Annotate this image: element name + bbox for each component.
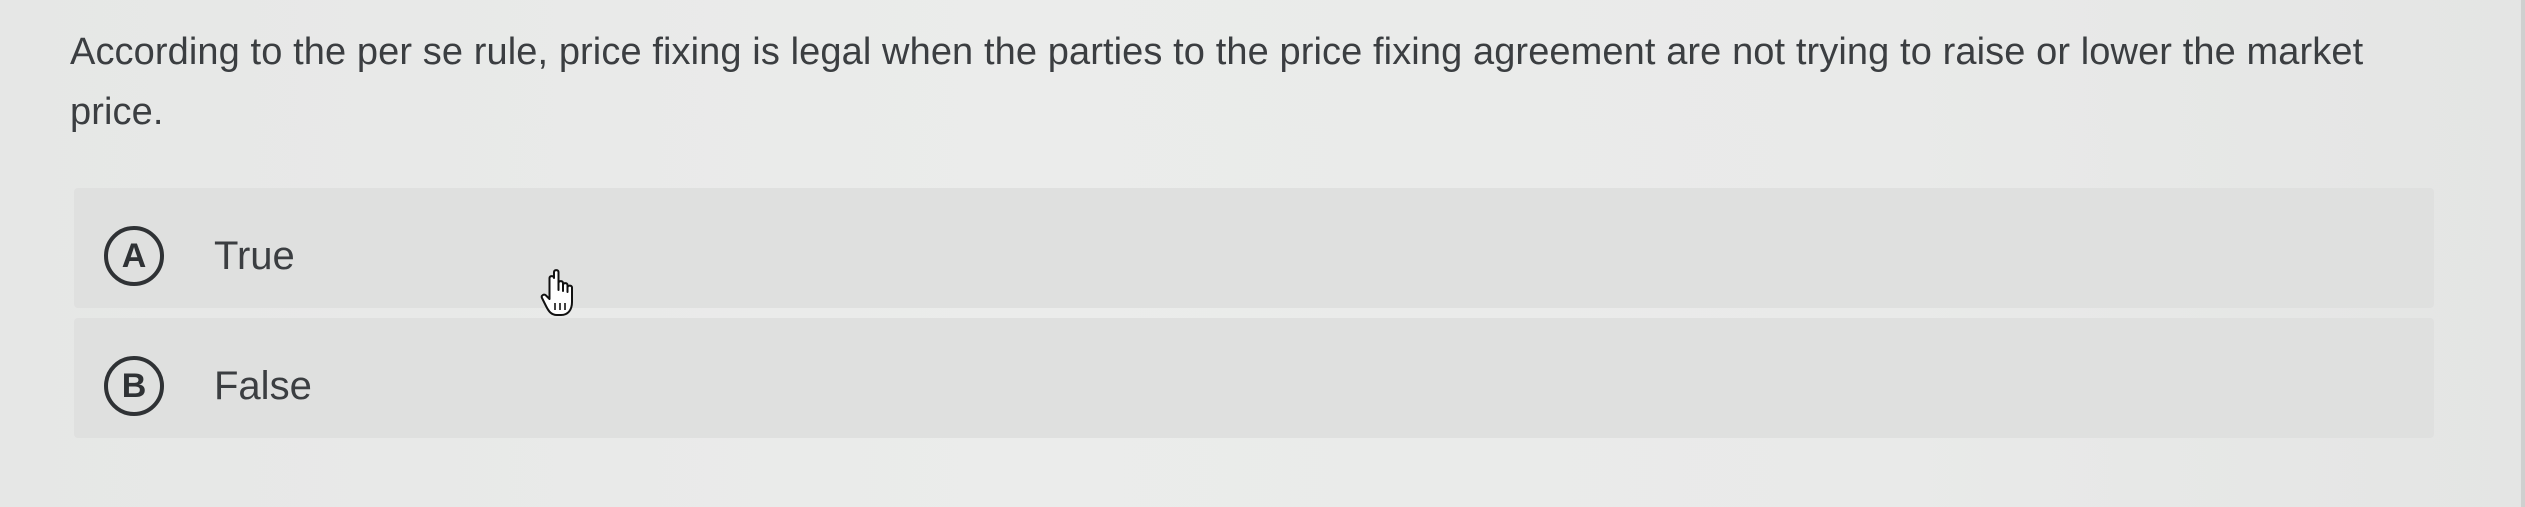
window-edge-divider (2521, 0, 2525, 507)
answer-option-b[interactable]: B False (74, 318, 2434, 438)
question-text: According to the per se rule, price fixi… (70, 31, 2364, 133)
option-b-label: False (214, 364, 312, 408)
answer-option-a[interactable]: A True (74, 188, 2434, 308)
option-a-label: True (214, 234, 295, 278)
option-a-letter-badge: A (104, 226, 164, 286)
quiz-page: According to the per se rule, price fixi… (0, 0, 2525, 507)
hand-pointer-icon (540, 269, 573, 316)
option-b-letter-badge: B (104, 356, 164, 416)
